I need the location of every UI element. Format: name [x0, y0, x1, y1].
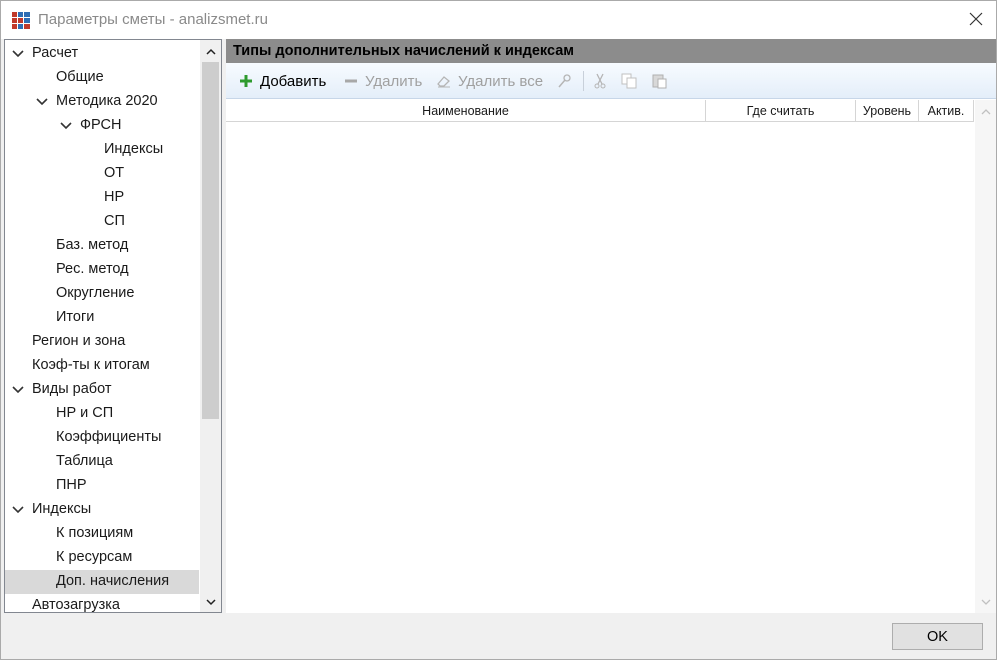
tree-item-label: ПНР — [56, 477, 87, 493]
delete-all-button-label: Удалить все — [458, 72, 544, 90]
section-title: Типы дополнительных начислений к индекса… — [226, 39, 996, 63]
scissors-icon — [592, 73, 608, 89]
tree-item-label: ОТ — [104, 165, 125, 181]
chevron-down-icon[interactable] — [12, 48, 24, 60]
tree-item[interactable]: Общие — [5, 66, 199, 90]
tree-item-label: К позициям — [56, 525, 134, 541]
close-button[interactable] — [957, 5, 995, 35]
tree-item[interactable]: Коэф-ты к итогам — [5, 354, 199, 378]
scroll-up-arrow-icon[interactable] — [200, 41, 221, 61]
paste-icon — [651, 73, 667, 89]
tree-item-label: Методика 2020 — [56, 93, 158, 109]
grid-scrollbar[interactable] — [975, 100, 996, 613]
paste-button[interactable] — [651, 70, 673, 92]
tree-item-label: К ресурсам — [56, 549, 133, 565]
window-title: Параметры сметы - analizsmet.ru — [38, 11, 268, 28]
eraser-icon — [436, 73, 452, 89]
tree-item[interactable]: Доп. начисления — [5, 570, 199, 594]
tree-item[interactable]: Автозагрузка — [5, 594, 199, 613]
delete-button-label: Удалить — [365, 72, 423, 90]
grid-toolbar: Добавить Удалить Удалить все — [226, 63, 996, 99]
tree-item-label: Индексы — [32, 501, 92, 517]
tree-item-label: Регион и зона — [32, 333, 126, 349]
copy-icon — [621, 73, 637, 89]
tree-item-label: НР — [104, 189, 125, 205]
tree-scroll-thumb[interactable] — [202, 62, 219, 419]
chevron-down-icon[interactable] — [12, 384, 24, 396]
tree-item-label: Расчет — [32, 45, 79, 61]
add-button[interactable]: Добавить — [238, 70, 326, 92]
tree-item[interactable]: Виды работ — [5, 378, 199, 402]
tree-item-label: Коэффициенты — [56, 429, 162, 445]
tree-item-label: Таблица — [56, 453, 113, 469]
toolbar-separator — [583, 71, 584, 91]
table-grid-icon — [11, 11, 31, 30]
ok-button[interactable]: OK — [892, 623, 983, 650]
delete-all-button[interactable]: Удалить все — [436, 70, 543, 92]
brush-icon — [557, 73, 573, 89]
copy-button[interactable] — [621, 70, 643, 92]
column-header-active[interactable]: Актив. — [919, 100, 974, 122]
tree-item[interactable]: ФРСН — [5, 114, 199, 138]
minus-icon — [343, 73, 359, 89]
title-bar: Параметры сметы - analizsmet.ru — [1, 1, 996, 39]
chevron-down-icon[interactable] — [36, 96, 48, 108]
chevron-down-icon[interactable] — [12, 504, 24, 516]
tree-item[interactable]: Баз. метод — [5, 234, 199, 258]
tree-item[interactable]: Регион и зона — [5, 330, 199, 354]
column-header-where[interactable]: Где считать — [706, 100, 856, 122]
tree-item[interactable]: Итоги — [5, 306, 199, 330]
tree-item[interactable]: ОТ — [5, 162, 199, 186]
tree-item-label: Округление — [56, 285, 135, 301]
tree-item[interactable]: К ресурсам — [5, 546, 199, 570]
tree-item[interactable]: Индексы — [5, 498, 199, 522]
tree-item-label: Рес. метод — [56, 261, 129, 277]
tree-item[interactable]: НР и СП — [5, 402, 199, 426]
scroll-down-arrow-icon[interactable] — [200, 592, 221, 612]
tree-item[interactable]: Методика 2020 — [5, 90, 199, 114]
plus-icon — [238, 73, 254, 89]
column-header-level[interactable]: Уровень — [856, 100, 919, 122]
cut-button[interactable] — [592, 70, 614, 92]
close-icon — [969, 12, 983, 29]
tree-item-label: Общие — [56, 69, 104, 85]
add-button-label: Добавить — [260, 72, 327, 90]
grid-scroll-down-icon[interactable] — [975, 592, 996, 612]
tree-item[interactable]: Расчет — [5, 42, 199, 66]
grid-header: Наименование Где считать Уровень Актив. — [226, 100, 974, 122]
tree-item[interactable]: К позициям — [5, 522, 199, 546]
tree-item[interactable]: Индексы — [5, 138, 199, 162]
tree-item[interactable]: Округление — [5, 282, 199, 306]
tree-item-label: Индексы — [104, 141, 164, 157]
chevron-down-icon[interactable] — [60, 120, 72, 132]
grid-body[interactable] — [226, 122, 974, 613]
tree-item-label: Баз. метод — [56, 237, 129, 253]
tree-item-label: ФРСН — [80, 117, 122, 133]
tree-item[interactable]: НР — [5, 186, 199, 210]
column-header-name[interactable]: Наименование — [226, 100, 706, 122]
tree-item[interactable]: Таблица — [5, 450, 199, 474]
delete-button[interactable]: Удалить — [343, 70, 422, 92]
tree-item[interactable]: Коэффициенты — [5, 426, 199, 450]
grid-scroll-up-icon[interactable] — [975, 101, 996, 121]
tree-item[interactable]: Рес. метод — [5, 258, 199, 282]
clear-format-button[interactable] — [557, 70, 579, 92]
tree-item-label: СП — [104, 213, 125, 229]
tree-item-label: Итоги — [56, 309, 95, 325]
tree-item-label: Коэф-ты к итогам — [32, 357, 150, 373]
details-panel: Типы дополнительных начислений к индекса… — [226, 39, 996, 613]
tree-item[interactable]: ПНР — [5, 474, 199, 498]
tree-item[interactable]: СП — [5, 210, 199, 234]
dialog-window: Параметры сметы - analizsmet.ru Расчет Об… — [0, 0, 997, 660]
tree-item-label: Автозагрузка — [32, 597, 120, 613]
settings-tree: Расчет Общие Методика 2020 ФРСН Индексы ОТ НР С… — [4, 39, 222, 613]
tree-item-label: Виды работ — [32, 381, 112, 397]
tree-item-label: Доп. начисления — [56, 573, 170, 589]
tree-scrollbar[interactable] — [200, 40, 221, 612]
tree-item-label: НР и СП — [56, 405, 114, 421]
